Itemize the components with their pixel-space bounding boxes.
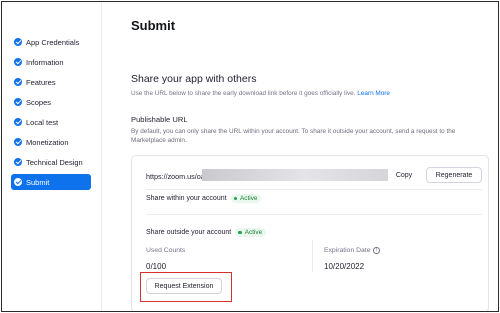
share-section-description: Use the URL below to share the early dow… [131, 90, 390, 97]
column-divider [312, 240, 313, 272]
sidebar-item-submit[interactable]: Submit [11, 174, 91, 190]
learn-more-link[interactable]: Learn More [357, 90, 390, 97]
check-circle-icon [14, 158, 22, 166]
check-circle-icon [14, 118, 22, 126]
share-outside-label: Share outside your account [146, 229, 232, 236]
status-dot-icon [238, 230, 242, 235]
publishable-url-description: By default, you can only share the URL w… [131, 128, 456, 144]
page-title: Submit [131, 18, 176, 33]
sidebar: App Credentials Information Features Sco… [2, 2, 102, 311]
check-circle-icon [14, 78, 22, 86]
check-circle-icon [14, 178, 22, 186]
status-badge: Active [230, 194, 262, 203]
sidebar-item-scopes[interactable]: Scopes [11, 94, 91, 110]
sidebar-item-monetization[interactable]: Monetization [11, 134, 91, 150]
sidebar-item-label: Local test [26, 117, 59, 127]
status-badge: Active [235, 228, 267, 237]
sidebar-item-label: Monetization [26, 137, 69, 147]
status-dot-icon [233, 196, 238, 201]
app-window: App Credentials Information Features Sco… [1, 1, 499, 312]
regenerate-button[interactable]: Regenerate [426, 167, 482, 183]
status-text: Active [240, 195, 258, 202]
sidebar-item-label: App Credentials [26, 37, 80, 47]
sidebar-item-local-test[interactable]: Local test [11, 114, 91, 130]
check-circle-icon [14, 138, 22, 146]
sidebar-item-label: Technical Design [26, 157, 83, 167]
sidebar-item-features[interactable]: Features [11, 74, 91, 90]
main-content: Submit Share your app with others Use th… [103, 2, 498, 311]
url-text[interactable]: https://zoom.us/oa [146, 172, 205, 181]
divider [146, 214, 482, 215]
sidebar-item-technical-design[interactable]: Technical Design [11, 154, 91, 170]
status-text: Active [244, 229, 263, 236]
check-circle-icon [14, 38, 22, 46]
check-circle-icon [14, 98, 22, 106]
sidebar-item-label: Scopes [26, 97, 52, 107]
sidebar-item-information[interactable]: Information [11, 54, 91, 70]
sidebar-item-label: Information [26, 57, 64, 67]
publishable-url-title: Publishable URL [131, 115, 188, 124]
share-within-label: Share within your account [146, 195, 227, 202]
url-redacted-area [202, 169, 388, 181]
expiration-date-value: 10/20/2022 [324, 262, 365, 271]
share-section-title: Share your app with others [131, 73, 257, 85]
sidebar-item-label: Features [26, 77, 56, 87]
highlight-box [140, 272, 232, 302]
sidebar-item-label: Submit [26, 177, 50, 187]
divider [146, 189, 482, 190]
copy-button[interactable]: Copy [388, 167, 420, 183]
expiration-date-label: Expiration Date [324, 247, 371, 254]
used-counts-value: 0/100 [146, 262, 167, 271]
used-counts-label: Used Counts [146, 247, 186, 254]
share-description-text: Use the URL below to share the early dow… [131, 90, 356, 97]
info-icon[interactable]: i [373, 247, 380, 254]
expiration-date-label-row: Expiration Date i [324, 247, 380, 254]
check-circle-icon [14, 58, 22, 66]
share-within-row: Share within your account Active [146, 194, 262, 203]
share-outside-row: Share outside your account Active [146, 228, 267, 237]
sidebar-item-app-credentials[interactable]: App Credentials [11, 34, 91, 50]
